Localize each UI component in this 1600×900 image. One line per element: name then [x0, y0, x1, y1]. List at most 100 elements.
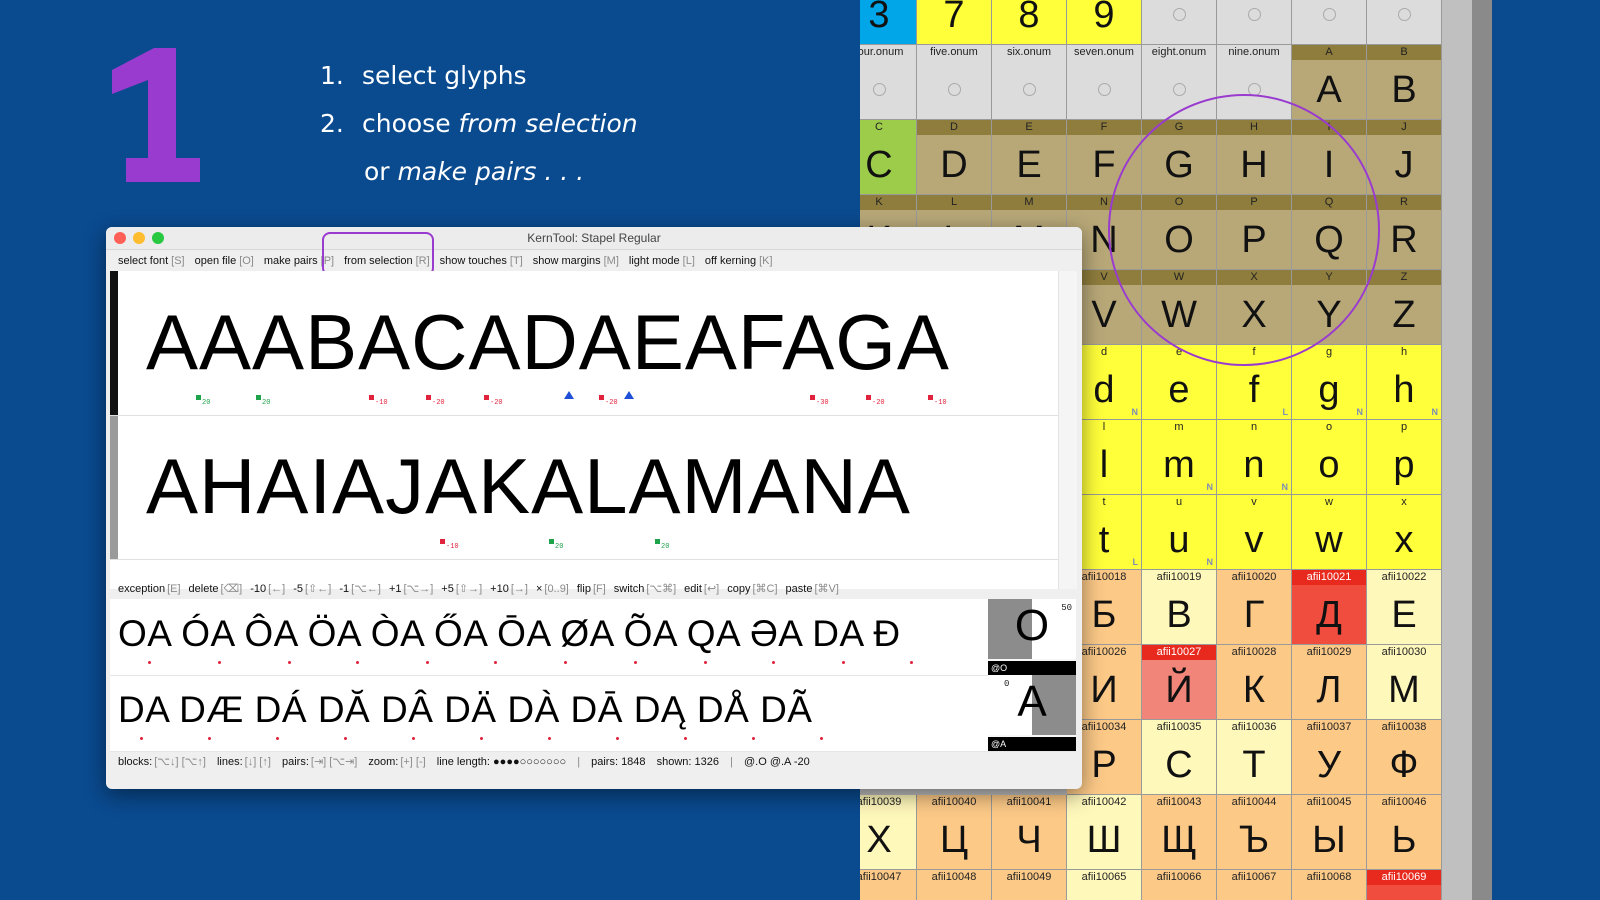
glyph-cell[interactable]: afii10027 Й: [1142, 645, 1217, 720]
pair-row[interactable]: OA ÓA ÔA ÖA ÒA ŐA ŌA ØA ÕA QA ƏA DA Đ O 50…: [110, 599, 1076, 676]
key-command-4[interactable]: -5 [⇧←]: [293, 583, 331, 595]
kern-value-marker[interactable]: -20: [599, 395, 618, 407]
kern-value-marker[interactable]: -20: [484, 395, 503, 407]
key-command-10[interactable]: flip [F]: [577, 583, 606, 595]
zoom-window-button[interactable]: [152, 232, 164, 244]
key-command-12[interactable]: edit [↩]: [684, 583, 719, 595]
glyph-cell[interactable]: EE: [992, 120, 1067, 195]
glyph-cell[interactable]: pp: [1367, 420, 1442, 495]
kern-value-marker[interactable]: -10: [369, 395, 388, 407]
glyph-cell[interactable]: 3: [860, 0, 917, 45]
toolbar-item-light-mode[interactable]: light mode [L]: [629, 255, 695, 267]
glyph-cell[interactable]: afii10030 М: [1367, 645, 1442, 720]
glyph-cell[interactable]: [1367, 0, 1442, 45]
glyph-cell[interactable]: uu N: [1142, 495, 1217, 570]
glyph-cell[interactable]: ZZ: [1367, 270, 1442, 345]
kern-value-marker[interactable]: 20: [256, 395, 270, 407]
glyph-cell[interactable]: four.onum: [860, 45, 917, 120]
glyph-cell[interactable]: 8: [992, 0, 1067, 45]
glyph-cell[interactable]: five.onum: [917, 45, 992, 120]
glyph-cell[interactable]: afii10048: [917, 870, 992, 900]
glyph-cell[interactable]: oo: [1292, 420, 1367, 495]
key-command-5[interactable]: -1 [⌥←]: [339, 583, 381, 595]
glyph-cell[interactable]: afii10020 Г: [1217, 570, 1292, 645]
glyph-cell[interactable]: BB: [1367, 45, 1442, 120]
glyph-cell[interactable]: afii10045 Ы: [1292, 795, 1367, 870]
glyph-cell[interactable]: [1217, 0, 1292, 45]
glyph-cell[interactable]: afii10067: [1217, 870, 1292, 900]
toolbar-item-show-margins[interactable]: show margins [M]: [533, 255, 619, 267]
glyph-cell[interactable]: [1142, 0, 1217, 45]
glyph-cell[interactable]: afii10068: [1292, 870, 1367, 900]
glyph-preview-panel[interactable]: A 0 @A: [988, 675, 1076, 751]
toolbar-item-off-kerning[interactable]: off kerning [K]: [705, 255, 773, 267]
glyph-cell[interactable]: ggN: [1292, 345, 1367, 420]
preview-line[interactable]: AAABACADAEAFAGA 20 20 -10 -20 -20 -20 -30 -20 -10: [110, 271, 1076, 416]
toolbar-item-select-font[interactable]: select font [S]: [118, 255, 185, 267]
kern-value-marker[interactable]: -20: [866, 395, 885, 407]
glyph-cell[interactable]: afii10038 Ф: [1367, 720, 1442, 795]
glyph-cell[interactable]: afii10046 Ь: [1367, 795, 1442, 870]
glyph-cell[interactable]: afii10043 Щ: [1142, 795, 1217, 870]
line-length-dots[interactable]: ●●●●○○○○○○○: [493, 756, 566, 768]
kern-value-marker[interactable]: -10: [440, 539, 459, 551]
key-command-2[interactable]: delete [⌫]: [189, 583, 243, 595]
glyph-grid-scrollbar[interactable]: [1472, 0, 1492, 900]
glyph-cell[interactable]: mm N: [1142, 420, 1217, 495]
glyph-cell[interactable]: afii10022 Е: [1367, 570, 1442, 645]
glyph-cell[interactable]: hh N: [1367, 345, 1442, 420]
glyph-cell[interactable]: 9: [1067, 0, 1142, 45]
glyph-cell[interactable]: afii10069: [1367, 870, 1442, 900]
key-command-11[interactable]: switch [⌥⌘]: [614, 583, 676, 595]
glyph-cell[interactable]: ww: [1292, 495, 1367, 570]
kern-preview-area[interactable]: AHAIAJAKALAMANA -10 20 20 AAABACADAEAFAGA 20 2…: [110, 271, 1077, 589]
kern-value-marker[interactable]: 20: [549, 539, 563, 551]
glyph-cell[interactable]: afii10040 Ц: [917, 795, 992, 870]
close-window-button[interactable]: [114, 232, 126, 244]
glyph-cell[interactable]: [1292, 0, 1367, 45]
glyph-cell[interactable]: afii10028 К: [1217, 645, 1292, 720]
kern-value-marker[interactable]: -20: [426, 395, 445, 407]
glyph-cell[interactable]: afii10047: [860, 870, 917, 900]
glyph-preview-panel[interactable]: O 50 @O: [988, 599, 1076, 675]
glyph-cell[interactable]: JJ: [1367, 120, 1442, 195]
toolbar-item-open-file[interactable]: open file [O]: [195, 255, 254, 267]
glyph-cell[interactable]: afii10029 Л: [1292, 645, 1367, 720]
glyph-cell[interactable]: afii10019 В: [1142, 570, 1217, 645]
glyph-cell[interactable]: afii10065: [1067, 870, 1142, 900]
key-command-3[interactable]: -10 [←]: [250, 583, 285, 595]
glyph-cell[interactable]: 7: [917, 0, 992, 45]
kern-value-marker[interactable]: -30: [810, 395, 829, 407]
glyph-cell[interactable]: afii10035 С: [1142, 720, 1217, 795]
key-command-6[interactable]: +1 [⌥→]: [389, 583, 433, 595]
toolbar-item-show-touches[interactable]: show touches [T]: [440, 255, 523, 267]
glyph-cell[interactable]: DD: [917, 120, 992, 195]
glyph-cell[interactable]: nn N: [1217, 420, 1292, 495]
glyph-cell[interactable]: afii10066: [1142, 870, 1217, 900]
glyph-cell[interactable]: afii10021 Д: [1292, 570, 1367, 645]
glyph-cell[interactable]: afii10042 Ш: [1067, 795, 1142, 870]
key-command-13[interactable]: copy [⌘C]: [727, 583, 777, 595]
kern-value-marker[interactable]: 20: [196, 395, 210, 407]
minimize-window-button[interactable]: [133, 232, 145, 244]
key-command-1[interactable]: exception [E]: [118, 583, 181, 595]
key-command-7[interactable]: +5 [⇧→]: [441, 583, 482, 595]
glyph-cell[interactable]: six.onum: [992, 45, 1067, 120]
glyph-cell[interactable]: vv: [1217, 495, 1292, 570]
key-command-14[interactable]: paste [⌘V]: [786, 583, 839, 595]
glyph-cell[interactable]: xx: [1367, 495, 1442, 570]
glyph-cell[interactable]: CC: [860, 120, 917, 195]
key-command-8[interactable]: +10 [→]: [490, 583, 528, 595]
pair-row[interactable]: DA DÆ DÁ DĂ DÂ DÄ DÀ DĀ DĄ DÅ DÃ A 0 @A: [110, 675, 1076, 752]
preview-line[interactable]: AHAIAJAKALAMANA -10 20 20: [110, 415, 1076, 560]
glyph-cell[interactable]: afii10036 Т: [1217, 720, 1292, 795]
status-line-length[interactable]: line length: ●●●●○○○○○○○: [437, 756, 566, 768]
glyph-cell[interactable]: afii10044 Ъ: [1217, 795, 1292, 870]
pair-list-area[interactable]: OA ÓA ÔA ÖA ÒA ŐA ŌA ØA ÕA QA ƏA DA Đ O 50…: [110, 599, 1076, 752]
glyph-cell[interactable]: afii10039 Х: [860, 795, 917, 870]
preview-scrollbar[interactable]: [1058, 271, 1077, 589]
kern-value-marker[interactable]: 20: [655, 539, 669, 551]
key-command-9[interactable]: × [0..9]: [536, 583, 569, 595]
glyph-cell[interactable]: seven.onum: [1067, 45, 1142, 120]
glyph-cell[interactable]: afii10041 Ч: [992, 795, 1067, 870]
